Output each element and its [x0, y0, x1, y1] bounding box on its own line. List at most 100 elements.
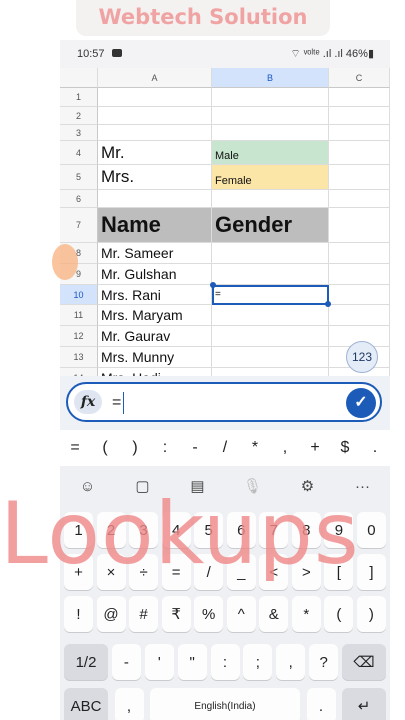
table-row: 3: [60, 125, 390, 141]
cell-c7[interactable]: [329, 208, 390, 243]
camera-icon: [112, 49, 122, 57]
key[interactable]: #: [129, 596, 159, 632]
cell-b2[interactable]: [212, 107, 329, 125]
cell-a1[interactable]: [98, 88, 212, 107]
key[interactable]: -: [111, 644, 141, 680]
key[interactable]: :: [210, 644, 240, 680]
cell-c2[interactable]: [329, 107, 390, 125]
row-number[interactable]: 13: [60, 347, 98, 368]
space-bar[interactable]: English(India): [150, 688, 300, 720]
cell-a6[interactable]: [98, 190, 212, 208]
column-header-b[interactable]: B: [212, 68, 329, 88]
cell-c10[interactable]: [329, 285, 390, 305]
key[interactable]: ;: [243, 644, 273, 680]
key[interactable]: @: [96, 596, 126, 632]
cell-a5[interactable]: Mrs.: [98, 165, 212, 190]
cell-b4[interactable]: Male: [212, 141, 329, 165]
cell-b1[interactable]: [212, 88, 329, 107]
cell-b5[interactable]: Female: [212, 165, 329, 190]
symbol-key[interactable]: *: [241, 439, 269, 457]
cell-c5[interactable]: [329, 165, 390, 190]
formula-bar[interactable]: fx = ✓: [66, 382, 382, 422]
abc-key[interactable]: ABC: [64, 688, 108, 720]
cell-c3[interactable]: [329, 125, 390, 141]
column-header-c[interactable]: C: [329, 68, 390, 88]
row-number[interactable]: 1: [60, 88, 98, 107]
key[interactable]: ₹: [161, 596, 191, 632]
row-number[interactable]: 10: [60, 285, 98, 305]
function-icon[interactable]: fx: [74, 390, 102, 414]
row-number[interactable]: 12: [60, 326, 98, 347]
cell-b9[interactable]: [212, 264, 329, 285]
cell-a3[interactable]: [98, 125, 212, 141]
cell-c4[interactable]: [329, 141, 390, 165]
row-number[interactable]: 4: [60, 141, 98, 165]
selection-handle-bottom[interactable]: [325, 301, 331, 307]
key[interactable]: !: [64, 596, 93, 632]
cell-a4[interactable]: Mr.: [98, 141, 212, 165]
key[interactable]: %: [194, 596, 224, 632]
cell-b13[interactable]: [212, 347, 329, 368]
cell-b6[interactable]: [212, 190, 329, 208]
symbol-key[interactable]: -: [181, 439, 209, 457]
confirm-check-icon[interactable]: ✓: [346, 388, 376, 418]
row-number[interactable]: 3: [60, 125, 98, 141]
selection-handle-top[interactable]: [210, 282, 216, 288]
symbol-key[interactable]: ,: [271, 439, 299, 457]
backspace-icon[interactable]: ⌫: [342, 644, 386, 680]
cell-a13[interactable]: Mrs. Munny: [98, 347, 212, 368]
row-number[interactable]: 11: [60, 305, 98, 326]
key[interactable]: ,: [276, 644, 306, 680]
cell-a14[interactable]: Mrs. Hadi: [98, 368, 212, 376]
numeric-keyboard-toggle[interactable]: 123: [346, 341, 378, 373]
cell-b14[interactable]: [212, 368, 329, 376]
cell-b12[interactable]: [212, 326, 329, 347]
cell-c11[interactable]: [329, 305, 390, 326]
key[interactable]: ': [144, 644, 174, 680]
row-number[interactable]: 7: [60, 208, 98, 243]
cell-b11[interactable]: [212, 305, 329, 326]
cell-a10[interactable]: Mrs. Rani: [98, 285, 212, 305]
cell-a8[interactable]: Mr. Sameer: [98, 243, 212, 264]
cell-a9[interactable]: Mr. Gulshan: [98, 264, 212, 285]
header-name-cell[interactable]: Name: [98, 208, 212, 243]
cell-c9[interactable]: [329, 264, 390, 285]
spreadsheet-grid[interactable]: A B C 1 2 3 4 Mr. Male 5 Mrs. Female 6 7…: [60, 68, 390, 376]
header-gender-cell[interactable]: Gender: [212, 208, 329, 243]
row-number[interactable]: 2: [60, 107, 98, 125]
key[interactable]: ": [177, 644, 207, 680]
column-header-a[interactable]: A: [98, 68, 212, 88]
cell-a12[interactable]: Mr. Gaurav: [98, 326, 212, 347]
enter-icon[interactable]: ↵: [342, 688, 386, 720]
row-number[interactable]: 14: [60, 368, 98, 376]
cell-c8[interactable]: [329, 243, 390, 264]
symbol-key[interactable]: ): [121, 439, 149, 457]
cell-c6[interactable]: [329, 190, 390, 208]
cell-b3[interactable]: [212, 125, 329, 141]
row-number[interactable]: 6: [60, 190, 98, 208]
key[interactable]: ): [356, 596, 386, 632]
symbol-key[interactable]: :: [151, 439, 179, 457]
comma-key[interactable]: ,: [114, 688, 144, 720]
key[interactable]: &: [259, 596, 289, 632]
symbol-key[interactable]: .: [361, 439, 389, 457]
period-key[interactable]: .: [306, 688, 336, 720]
cell-b8[interactable]: [212, 243, 329, 264]
cell-c1[interactable]: [329, 88, 390, 107]
symbol-key[interactable]: /: [211, 439, 239, 457]
key[interactable]: ^: [226, 596, 256, 632]
symbol-key[interactable]: $: [331, 439, 359, 457]
row-number[interactable]: 5: [60, 165, 98, 190]
symbol-key[interactable]: =: [61, 439, 89, 457]
formula-input[interactable]: =: [112, 392, 125, 414]
cell-a2[interactable]: [98, 107, 212, 125]
key[interactable]: *: [291, 596, 321, 632]
cell-a11[interactable]: Mrs. Maryam: [98, 305, 212, 326]
key[interactable]: ?: [309, 644, 339, 680]
symbol-key[interactable]: (: [91, 439, 119, 457]
key[interactable]: (: [324, 596, 354, 632]
page-toggle-key[interactable]: 1/2: [64, 644, 108, 680]
symbol-key[interactable]: +: [301, 439, 329, 457]
status-time: 10:57: [77, 48, 105, 60]
corner-cell[interactable]: [60, 68, 98, 88]
